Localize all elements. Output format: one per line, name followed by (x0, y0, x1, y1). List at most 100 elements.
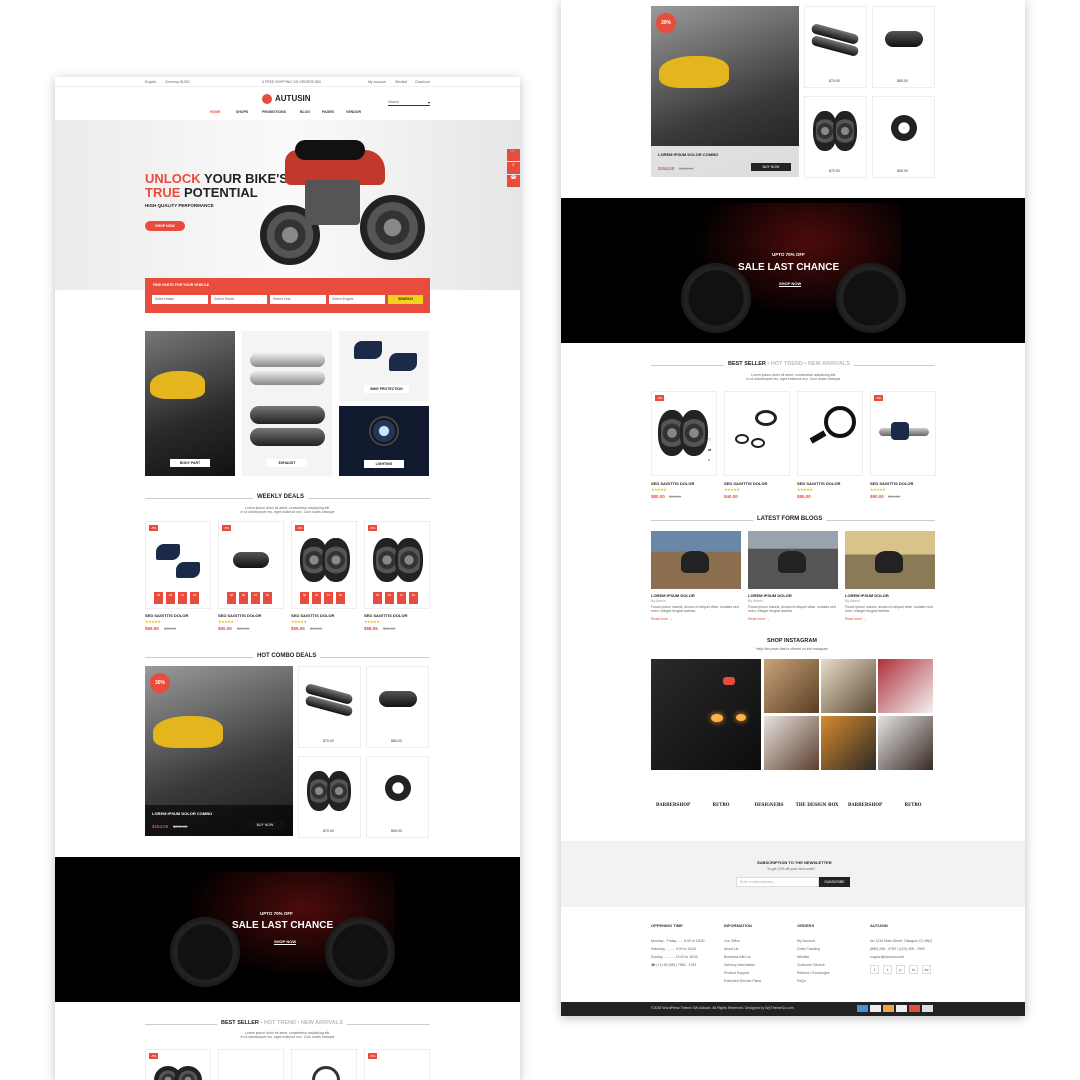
product-card[interactable] (797, 391, 863, 476)
category-lighting[interactable]: LIGHTING (339, 406, 429, 476)
pinterest-icon[interactable]: p (896, 965, 905, 974)
combo-main-card[interactable]: 30% LOREM IPSUM DOLOR COMBO $154.00 $220… (145, 666, 293, 836)
blog-post-image[interactable] (845, 531, 935, 589)
combo-item-card[interactable]: $70.00 (298, 756, 361, 838)
product-title[interactable]: SED SAGITTIS DOLOR (724, 481, 767, 486)
instagram-photo[interactable] (878, 716, 933, 770)
select-year[interactable]: Select Year (270, 295, 326, 304)
product-title[interactable]: SED SAGITTIS DOLOR (870, 481, 913, 486)
footer-link[interactable]: Our Office (724, 937, 761, 945)
footer-link[interactable]: Returns / Exchanges (797, 969, 830, 977)
wishlist-icon[interactable]: ♡ (708, 437, 712, 442)
product-card[interactable]: -5% (364, 1049, 430, 1080)
blog-post-image[interactable] (651, 531, 741, 589)
blog-post-title[interactable]: LOREM IPSUM DOLOR (845, 593, 889, 598)
checkout-link[interactable]: Checkout (415, 80, 430, 84)
category-body-part[interactable]: BODY PART (145, 331, 235, 476)
footer-link[interactable]: Extended Service Plans (724, 977, 761, 985)
tumblr-icon[interactable]: tw (922, 965, 931, 974)
tab-hot-trend[interactable]: HOT TREND (771, 361, 803, 367)
brand-logo[interactable]: RETRO (699, 796, 743, 814)
footer-email[interactable]: support@autusin.com (870, 953, 932, 961)
blog-read-more-link[interactable]: Read more → (651, 617, 673, 621)
blog-read-more-link[interactable]: Read more → (845, 617, 867, 621)
deal-product-card[interactable]: -5% 58 05 12 56 (145, 521, 211, 609)
nav-pages[interactable]: PAGES (322, 110, 334, 114)
combo-item-card[interactable]: $70.00 (298, 666, 361, 748)
nav-vendor[interactable]: VENDOR (346, 110, 361, 114)
footer-link[interactable]: Order Tracking (797, 945, 830, 953)
select-engine[interactable]: Select Engine (329, 295, 385, 304)
footer-link[interactable]: Delivery Information (724, 961, 761, 969)
deal-product-card[interactable]: -5% 58 05 12 56 (364, 521, 430, 609)
product-title[interactable]: SED SAGITTIS DOLOR (218, 613, 261, 618)
product-card[interactable]: -5% (870, 391, 936, 476)
combo-item-card[interactable]: $80.00 (872, 6, 935, 88)
product-title[interactable]: SED SAGITTIS DOLOR (797, 481, 840, 486)
sale-shop-now-link[interactable]: SHOP NOW (274, 939, 297, 945)
footer-link[interactable]: Wishlist (797, 953, 830, 961)
instagram-photo[interactable] (764, 659, 819, 713)
product-card[interactable]: -5% (145, 1049, 211, 1080)
nav-blog[interactable]: BLOG (300, 110, 310, 114)
parts-search-button[interactable]: SEARCH (388, 295, 423, 304)
linkedin-icon[interactable]: in (909, 965, 918, 974)
currency-selector[interactable]: Currency $USD (165, 80, 190, 84)
search-icon[interactable]: ▾ (428, 100, 430, 105)
nav-home[interactable]: HOME (210, 110, 221, 114)
select-make[interactable]: Select Make (152, 295, 208, 304)
footer-link[interactable]: FAQs (797, 977, 830, 985)
deal-product-card[interactable]: -5% 58 05 12 56 (218, 521, 284, 609)
brand-logo[interactable]: RETRO (891, 796, 935, 814)
nav-promotions[interactable]: PROMOTIONS (262, 110, 286, 114)
instagram-photo[interactable] (764, 716, 819, 770)
product-title[interactable]: SED SAGITTIS DOLOR (364, 613, 407, 618)
combo-buy-now-button[interactable]: BUY NOW (245, 821, 285, 829)
footer-link[interactable]: Business with Us (724, 953, 761, 961)
support-float-button[interactable]: ☎ (507, 175, 520, 187)
tab-new-arrivals[interactable]: NEW ARRIVALS (808, 361, 850, 367)
cart-float-button[interactable]: 🛒 (507, 149, 520, 161)
product-card[interactable] (218, 1049, 284, 1080)
instagram-main-photo[interactable] (651, 659, 761, 770)
product-card[interactable] (724, 391, 790, 476)
language-selector[interactable]: English (145, 80, 156, 84)
newsletter-email-input[interactable]: Enter a valid address... (736, 877, 819, 887)
footer-link[interactable]: Customer Service (797, 961, 830, 969)
select-model[interactable]: Select Model (211, 295, 267, 304)
product-title[interactable]: SED SAGITTIS DOLOR (651, 481, 694, 486)
instagram-photo[interactable] (878, 659, 933, 713)
search-input[interactable]: Search ▾ (388, 100, 430, 106)
twitter-icon[interactable]: t (883, 965, 892, 974)
product-card[interactable]: -5% ♡ ⇄ ⌕ (651, 391, 717, 476)
hero-shop-now-button[interactable]: SHOP NOW (145, 221, 185, 231)
instagram-photo[interactable] (821, 659, 876, 713)
combo-item-card[interactable]: $70.00 (804, 96, 867, 178)
tab-best-seller[interactable]: BEST SELLER (728, 361, 766, 367)
combo-item-card[interactable]: $80.00 (366, 666, 429, 748)
blog-post-title[interactable]: LOREM IPSUM DOLOR (748, 593, 792, 598)
tab-best-seller[interactable]: BEST SELLER (221, 1020, 259, 1026)
combo-main-card[interactable]: 30% LOREM IPSUM DOLOR COMBO $154.00 $220… (651, 6, 799, 177)
subscribe-button[interactable]: SUBSCRIBE (819, 877, 850, 887)
category-exhaust[interactable]: EXHAUST (242, 331, 332, 476)
tab-hot-trend[interactable]: HOT TREND (264, 1020, 296, 1026)
product-title[interactable]: SED SAGITTIS DOLOR (291, 613, 334, 618)
deal-product-card[interactable]: -5% 58 05 12 56 (291, 521, 357, 609)
combo-item-card[interactable]: $70.00 (804, 6, 867, 88)
wishlist-link[interactable]: Wishlist (395, 80, 407, 84)
account-link[interactable]: My account (368, 80, 386, 84)
product-title[interactable]: SED SAGITTIS DOLOR (145, 613, 188, 618)
brand-logo[interactable]: BARBERSHOP (843, 796, 887, 814)
instagram-photo[interactable] (821, 716, 876, 770)
tab-new-arrivals[interactable]: NEW ARRIVALS (301, 1020, 343, 1026)
footer-link[interactable]: About Us (724, 945, 761, 953)
facebook-icon[interactable]: f (870, 965, 879, 974)
nav-shops[interactable]: SHOPS (236, 110, 248, 114)
blog-post-title[interactable]: LOREM IPSUM DOLOR (651, 593, 695, 598)
combo-item-card[interactable]: $90.00 (872, 96, 935, 178)
combo-buy-now-button[interactable]: BUY NOW (751, 163, 791, 171)
category-bike-protection[interactable]: BIKE PROTECTION (339, 331, 429, 401)
blog-read-more-link[interactable]: Read more → (748, 617, 770, 621)
brand-logo[interactable]: THE DESIGN BOX (795, 796, 839, 814)
